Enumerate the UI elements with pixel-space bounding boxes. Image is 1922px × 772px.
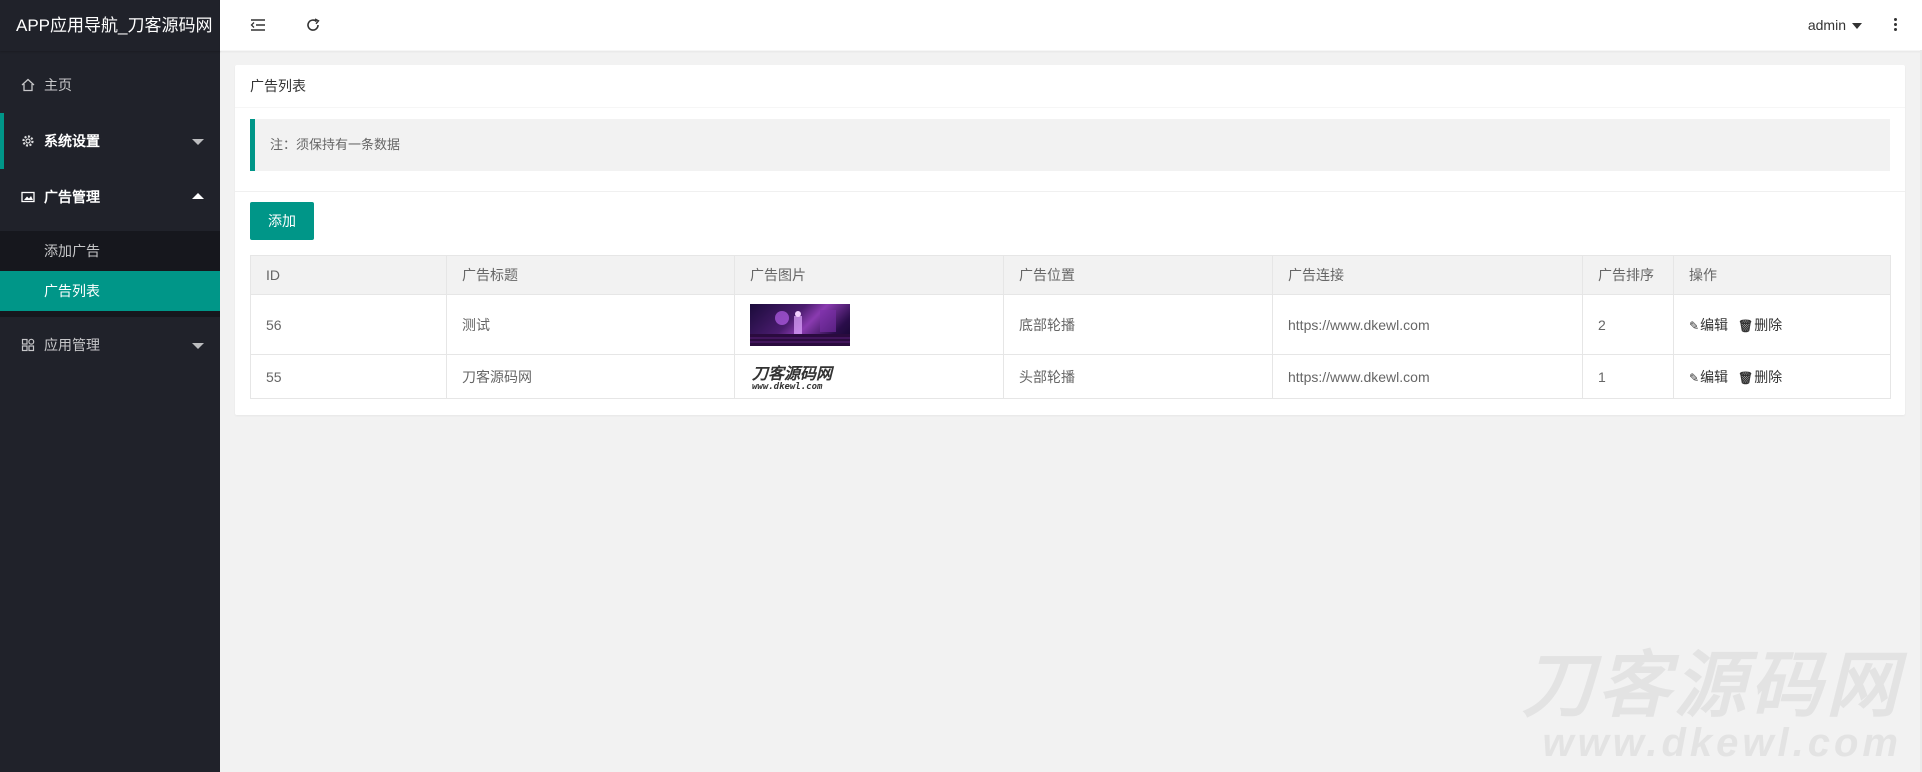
sidebar-item-label: 系统设置 xyxy=(44,133,100,149)
sidebar-item-app-management[interactable]: 应用管理 xyxy=(0,317,220,373)
cell-link: https://www.dkewl.com xyxy=(1272,294,1583,355)
edit-button[interactable]: ✎编辑 xyxy=(1689,317,1728,333)
cell-sort: 2 xyxy=(1582,294,1674,355)
svg-text:刀客源码网: 刀客源码网 xyxy=(751,364,835,383)
cell-title: 测试 xyxy=(446,294,735,355)
watermark: 刀客源码网 www.dkewl.com xyxy=(1522,650,1902,764)
pencil-icon: ✎ xyxy=(1689,318,1700,333)
table-row: 56 测试 底部轮播 https://www.dkewl.com 2 ✎编辑 🗑… xyxy=(250,294,1891,355)
cell-id: 55 xyxy=(250,354,447,399)
ad-list-card: 广告列表 注：须保持有一条数据 添加 ID 广告标题 广告图片 广告位置 广告连… xyxy=(235,65,1905,415)
cell-image xyxy=(734,294,1004,355)
cell-position: 头部轮播 xyxy=(1003,354,1273,399)
gear-icon xyxy=(20,113,36,169)
add-button[interactable]: 添加 xyxy=(250,202,314,240)
sidebar-item-system-settings[interactable]: 系统设置 xyxy=(0,113,220,169)
user-menu[interactable]: admin xyxy=(1808,0,1862,50)
sidebar-subitem-add-ad[interactable]: 添加广告 xyxy=(0,231,220,271)
svg-text:www.dkewl.com: www.dkewl.com xyxy=(752,382,823,391)
table-header-row: ID 广告标题 广告图片 广告位置 广告连接 广告排序 操作 xyxy=(250,255,1891,295)
top-header: admin xyxy=(220,0,1922,51)
watermark-line1: 刀客源码网 xyxy=(1521,646,1902,726)
ad-table: ID 广告标题 广告图片 广告位置 广告连接 广告排序 操作 56 测试 底部轮… xyxy=(250,255,1891,399)
cell-position: 底部轮播 xyxy=(1003,294,1273,355)
trash-icon: 🗑 xyxy=(1737,318,1754,333)
ad-thumbnail-logo: 刀客源码网 www.dkewl.com xyxy=(750,363,850,392)
ad-thumbnail-image xyxy=(750,303,850,346)
chevron-up-icon xyxy=(192,193,204,199)
sidebar-subitem-ad-list[interactable]: 广告列表 xyxy=(0,271,220,311)
trash-icon: 🗑 xyxy=(1737,370,1754,385)
delete-button[interactable]: 🗑删除 xyxy=(1738,317,1782,333)
notice-box: 注：须保持有一条数据 xyxy=(250,119,1890,171)
caret-down-icon xyxy=(1852,23,1862,30)
column-header-position: 广告位置 xyxy=(1003,255,1273,295)
app-title: APP应用导航_刀客源码网 xyxy=(0,0,220,51)
image-icon xyxy=(20,169,36,225)
sidebar-item-home[interactable]: 主页 xyxy=(0,57,220,113)
sidebar-item-label: 主页 xyxy=(44,77,72,93)
cell-actions: ✎编辑 🗑删除 xyxy=(1673,294,1891,355)
cell-link: https://www.dkewl.com xyxy=(1272,354,1583,399)
ad-submenu: 添加广告 广告列表 xyxy=(0,231,220,317)
chevron-down-icon xyxy=(192,343,204,349)
refresh-icon[interactable] xyxy=(303,15,323,35)
delete-button[interactable]: 🗑删除 xyxy=(1738,369,1782,385)
divider xyxy=(235,191,1905,192)
column-header-image: 广告图片 xyxy=(734,255,1004,295)
cell-actions: ✎编辑 🗑删除 xyxy=(1673,354,1891,399)
cell-image: 刀客源码网 www.dkewl.com xyxy=(734,354,1004,399)
edit-button[interactable]: ✎编辑 xyxy=(1689,369,1728,385)
table-row: 55 刀客源码网 刀客源码网 www.dkewl.com 头部轮播 https:… xyxy=(250,354,1891,399)
column-header-actions: 操作 xyxy=(1673,255,1891,295)
menu-collapse-icon[interactable] xyxy=(248,15,268,35)
column-header-sort: 广告排序 xyxy=(1582,255,1674,295)
pencil-icon: ✎ xyxy=(1689,370,1700,385)
card-title: 广告列表 xyxy=(235,65,1905,108)
column-header-title: 广告标题 xyxy=(446,255,735,295)
sidebar: APP应用导航_刀客源码网 主页 系统设置 广告管理 添加广告 广告列表 应用管… xyxy=(0,0,220,772)
apps-icon xyxy=(20,317,36,373)
chevron-down-icon xyxy=(192,139,204,145)
column-header-link: 广告连接 xyxy=(1272,255,1583,295)
cell-title: 刀客源码网 xyxy=(446,354,735,399)
column-header-id: ID xyxy=(250,255,447,295)
cell-sort: 1 xyxy=(1582,354,1674,399)
username: admin xyxy=(1807,17,1846,33)
home-icon xyxy=(20,57,36,113)
cell-id: 56 xyxy=(250,294,447,355)
sidebar-item-label: 广告管理 xyxy=(44,189,100,205)
more-vertical-icon[interactable] xyxy=(1890,16,1900,34)
sidebar-item-label: 应用管理 xyxy=(44,337,100,353)
sidebar-item-ad-management[interactable]: 广告管理 xyxy=(0,169,220,225)
watermark-line2: www.dkewl.com xyxy=(1542,721,1902,765)
